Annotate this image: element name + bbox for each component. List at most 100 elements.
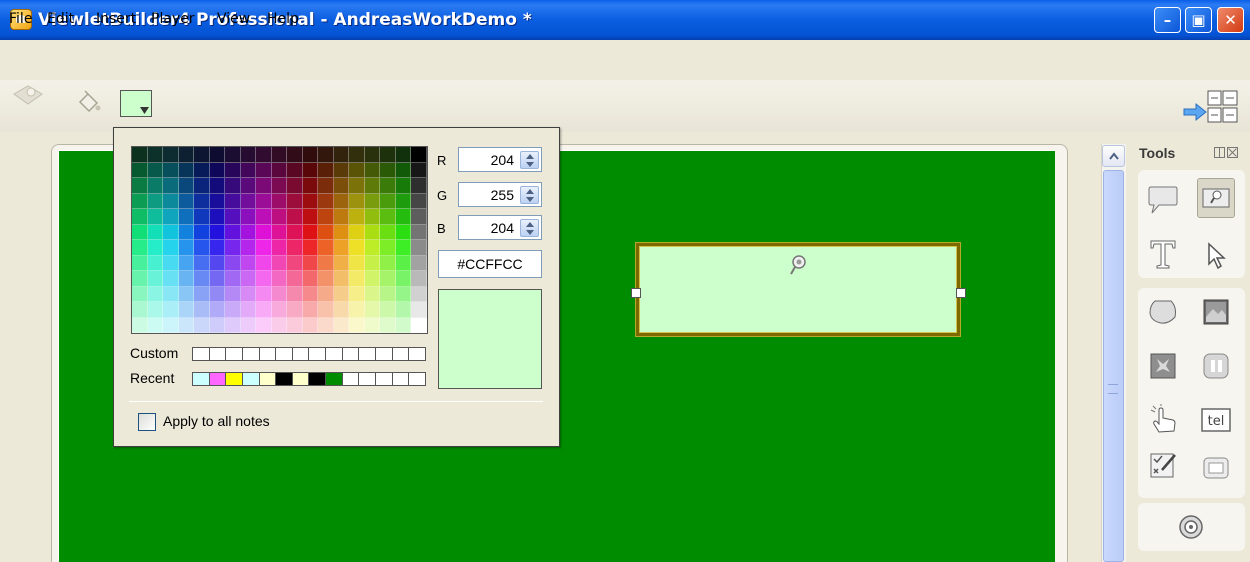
- color-swatch[interactable]: [240, 302, 257, 318]
- color-swatch[interactable]: [333, 193, 350, 209]
- color-swatch[interactable]: [411, 317, 427, 333]
- color-swatch[interactable]: [225, 317, 241, 333]
- color-swatch[interactable]: [287, 224, 303, 240]
- callout-tool[interactable]: [1144, 181, 1182, 221]
- spinner-arrows-icon[interactable]: [520, 151, 539, 169]
- color-swatch[interactable]: [178, 162, 195, 178]
- color-swatch[interactable]: [411, 209, 427, 225]
- color-swatch[interactable]: [411, 178, 427, 194]
- color-swatch[interactable]: [318, 178, 334, 194]
- color-swatch[interactable]: [395, 317, 412, 333]
- color-swatch[interactable]: [240, 224, 257, 240]
- custom-color-cell[interactable]: [193, 348, 210, 360]
- color-swatch[interactable]: [194, 240, 210, 256]
- color-swatch[interactable]: [256, 286, 272, 302]
- recent-color-cell[interactable]: [292, 373, 310, 385]
- color-swatch[interactable]: [364, 240, 381, 256]
- minimize-button[interactable]: –: [1154, 7, 1181, 33]
- recent-color-cell[interactable]: [392, 373, 410, 385]
- color-swatch[interactable]: [364, 317, 381, 333]
- color-swatch[interactable]: [209, 209, 226, 225]
- color-swatch[interactable]: [256, 271, 272, 287]
- note-tool[interactable]: [1197, 178, 1235, 218]
- color-swatch[interactable]: [225, 147, 241, 163]
- recent-color-cell[interactable]: [276, 373, 293, 385]
- color-swatch[interactable]: [380, 302, 396, 318]
- color-swatch[interactable]: [132, 271, 148, 287]
- color-swatch[interactable]: [302, 147, 319, 163]
- color-swatch[interactable]: [302, 224, 319, 240]
- recent-color-cell[interactable]: [259, 373, 277, 385]
- color-swatch[interactable]: [380, 317, 396, 333]
- color-swatch[interactable]: [147, 162, 164, 178]
- custom-color-cell[interactable]: [309, 348, 327, 360]
- menu-edit[interactable]: Edit: [47, 11, 74, 27]
- image-tool[interactable]: [1197, 292, 1235, 332]
- color-swatch[interactable]: [395, 302, 412, 318]
- color-swatch[interactable]: [302, 193, 319, 209]
- color-swatch[interactable]: [271, 193, 288, 209]
- color-swatch[interactable]: [349, 209, 365, 225]
- color-swatch[interactable]: [163, 178, 179, 194]
- recent-color-cell[interactable]: [409, 373, 425, 385]
- color-swatch[interactable]: [302, 302, 319, 318]
- color-swatch[interactable]: [194, 178, 210, 194]
- color-swatch[interactable]: [364, 193, 381, 209]
- color-swatch[interactable]: [209, 147, 226, 163]
- color-swatch[interactable]: [395, 255, 412, 271]
- color-swatch[interactable]: [209, 240, 226, 256]
- color-swatch[interactable]: [411, 147, 427, 163]
- color-swatch[interactable]: [349, 240, 365, 256]
- custom-color-cell[interactable]: [276, 348, 293, 360]
- color-swatch[interactable]: [380, 271, 396, 287]
- color-swatch[interactable]: [132, 302, 148, 318]
- color-swatch[interactable]: [256, 317, 272, 333]
- color-swatch[interactable]: [147, 317, 164, 333]
- color-swatch[interactable]: [178, 255, 195, 271]
- color-swatch[interactable]: [178, 302, 195, 318]
- close-panel-icon[interactable]: [1227, 147, 1238, 158]
- apply-all-checkbox[interactable]: [138, 413, 156, 431]
- color-swatch[interactable]: [302, 271, 319, 287]
- color-swatch[interactable]: [395, 240, 412, 256]
- close-button[interactable]: ✕: [1217, 7, 1244, 33]
- color-swatch[interactable]: [132, 240, 148, 256]
- color-swatch[interactable]: [271, 286, 288, 302]
- color-swatch[interactable]: [411, 302, 427, 318]
- color-swatch[interactable]: [287, 193, 303, 209]
- menu-player[interactable]: Player: [151, 11, 195, 27]
- color-swatch[interactable]: [225, 193, 241, 209]
- color-swatch[interactable]: [147, 271, 164, 287]
- color-swatch[interactable]: [132, 255, 148, 271]
- color-swatch[interactable]: [395, 209, 412, 225]
- color-swatch[interactable]: [147, 178, 164, 194]
- color-swatch[interactable]: [364, 224, 381, 240]
- color-swatch[interactable]: [349, 317, 365, 333]
- color-swatch[interactable]: [194, 209, 210, 225]
- color-swatch[interactable]: [132, 193, 148, 209]
- color-swatch[interactable]: [240, 286, 257, 302]
- color-swatch[interactable]: [302, 240, 319, 256]
- color-swatch[interactable]: [178, 317, 195, 333]
- scrollbar-thumb[interactable]: [1103, 170, 1124, 562]
- maximize-button[interactable]: ▣: [1185, 7, 1212, 33]
- color-swatch[interactable]: [395, 193, 412, 209]
- hex-color-field[interactable]: #CCFFCC: [438, 250, 542, 278]
- color-swatch[interactable]: [225, 302, 241, 318]
- color-swatch[interactable]: [271, 271, 288, 287]
- color-swatch[interactable]: [271, 317, 288, 333]
- custom-color-cell[interactable]: [226, 348, 243, 360]
- custom-color-cell[interactable]: [242, 348, 260, 360]
- color-swatch[interactable]: [302, 317, 319, 333]
- color-swatch[interactable]: [349, 162, 365, 178]
- color-swatch[interactable]: [349, 271, 365, 287]
- recent-color-cell[interactable]: [309, 373, 327, 385]
- button-tool[interactable]: [1197, 448, 1235, 488]
- color-swatch[interactable]: [380, 240, 396, 256]
- color-swatch[interactable]: [209, 193, 226, 209]
- color-swatch[interactable]: [132, 224, 148, 240]
- color-swatch[interactable]: [240, 162, 257, 178]
- color-swatch[interactable]: [395, 178, 412, 194]
- color-swatch[interactable]: [194, 162, 210, 178]
- color-swatch[interactable]: [318, 286, 334, 302]
